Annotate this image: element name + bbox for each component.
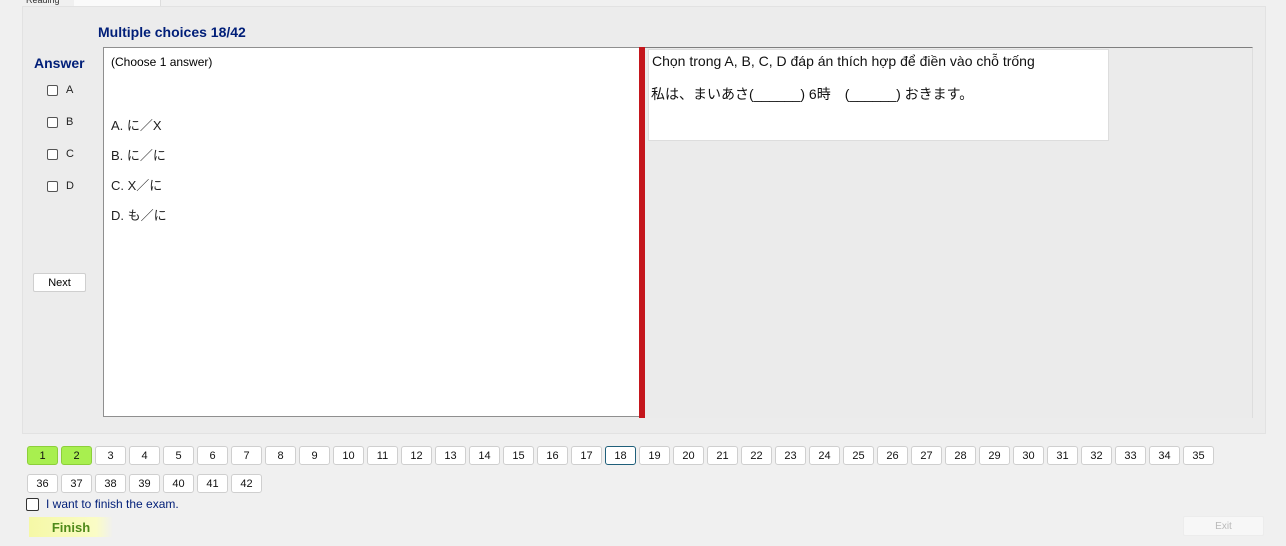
question-button-36[interactable]: 36	[27, 474, 58, 493]
question-button-25[interactable]: 25	[843, 446, 874, 465]
answer-option-label: C	[66, 148, 74, 160]
question-button-27[interactable]: 27	[911, 446, 942, 465]
answer-option-b[interactable]: B	[47, 114, 73, 130]
question-button-18[interactable]: 18	[605, 446, 636, 465]
question-button-29[interactable]: 29	[979, 446, 1010, 465]
question-button-13[interactable]: 13	[435, 446, 466, 465]
page-title: Multiple choices 18/42	[98, 24, 246, 40]
checkbox-icon[interactable]	[47, 84, 58, 96]
answer-option-label: A	[66, 84, 74, 96]
question-button-20[interactable]: 20	[673, 446, 704, 465]
question-button-41[interactable]: 41	[197, 474, 228, 493]
question-button-22[interactable]: 22	[741, 446, 772, 465]
question-button-17[interactable]: 17	[571, 446, 602, 465]
question-button-12[interactable]: 12	[401, 446, 432, 465]
question-button-33[interactable]: 33	[1115, 446, 1146, 465]
choice-b: B. に／に	[111, 148, 166, 163]
question-button-3[interactable]: 3	[95, 446, 126, 465]
question-button-28[interactable]: 28	[945, 446, 976, 465]
answer-option-c[interactable]: C	[47, 146, 74, 162]
answer-option-label: D	[66, 180, 74, 192]
question-button-24[interactable]: 24	[809, 446, 840, 465]
question-button-38[interactable]: 38	[95, 474, 126, 493]
exit-button[interactable]: Exit	[1183, 516, 1264, 536]
passage-box: Chọn trong A, B, C, D đáp án thích hợp đ…	[648, 49, 1109, 141]
choice-a: A. に／X	[111, 118, 162, 133]
question-instruction: (Choose 1 answer)	[111, 55, 213, 69]
passage-sentence: 私は、まいあさ(______) 6時 (______) おきます。	[651, 86, 974, 102]
question-button-16[interactable]: 16	[537, 446, 568, 465]
question-button-23[interactable]: 23	[775, 446, 806, 465]
finish-button[interactable]: Finish	[29, 517, 113, 537]
question-button-40[interactable]: 40	[163, 474, 194, 493]
answer-heading: Answer	[34, 55, 85, 71]
question-button-8[interactable]: 8	[265, 446, 296, 465]
answer-option-a[interactable]: A	[47, 82, 73, 98]
question-button-35[interactable]: 35	[1183, 446, 1214, 465]
answer-option-label: B	[66, 116, 74, 128]
question-button-1[interactable]: 1	[27, 446, 58, 465]
question-button-32[interactable]: 32	[1081, 446, 1112, 465]
question-button-30[interactable]: 30	[1013, 446, 1044, 465]
question-button-10[interactable]: 10	[333, 446, 364, 465]
question-button-21[interactable]: 21	[707, 446, 738, 465]
question-button-4[interactable]: 4	[129, 446, 160, 465]
question-button-31[interactable]: 31	[1047, 446, 1078, 465]
question-button-5[interactable]: 5	[163, 446, 194, 465]
question-button-11[interactable]: 11	[367, 446, 398, 465]
next-button[interactable]: Next	[33, 273, 86, 292]
question-button-19[interactable]: 19	[639, 446, 670, 465]
question-button-42[interactable]: 42	[231, 474, 262, 493]
question-button-37[interactable]: 37	[61, 474, 92, 493]
passage-instruction: Chọn trong A, B, C, D đáp án thích hợp đ…	[652, 53, 1035, 69]
choice-d: D. も／に	[111, 208, 167, 223]
checkbox-icon[interactable]	[47, 148, 58, 160]
question-box[interactable]: (Choose 1 answer) A. に／X B. に／に C. X／に D…	[103, 47, 639, 417]
question-button-2[interactable]: 2	[61, 446, 92, 465]
finish-checkbox-label: I want to finish the exam.	[46, 497, 179, 511]
checkbox-icon[interactable]	[47, 180, 58, 192]
question-button-34[interactable]: 34	[1149, 446, 1180, 465]
question-button-6[interactable]: 6	[197, 446, 228, 465]
answer-option-d[interactable]: D	[47, 178, 74, 194]
question-button-9[interactable]: 9	[299, 446, 330, 465]
finish-checkbox[interactable]	[26, 497, 39, 511]
question-button-14[interactable]: 14	[469, 446, 500, 465]
finish-confirm[interactable]: I want to finish the exam.	[26, 497, 179, 511]
question-button-15[interactable]: 15	[503, 446, 534, 465]
checkbox-icon[interactable]	[47, 116, 58, 128]
choice-c: C. X／に	[111, 178, 163, 193]
question-button-39[interactable]: 39	[129, 474, 160, 493]
question-button-7[interactable]: 7	[231, 446, 262, 465]
question-button-26[interactable]: 26	[877, 446, 908, 465]
